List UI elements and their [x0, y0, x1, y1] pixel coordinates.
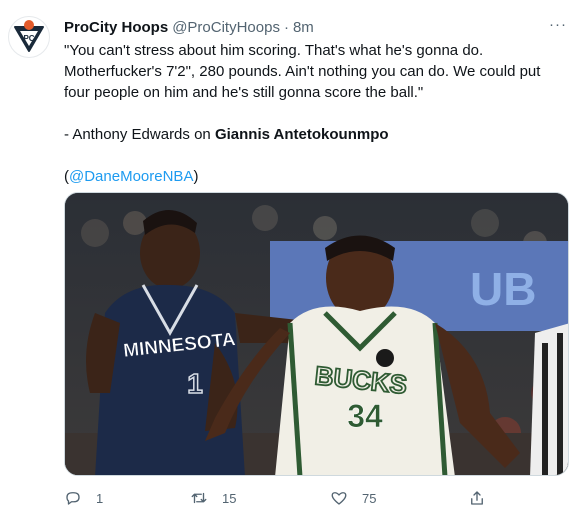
- basketball-photo: UB MINNESOTA 1 BUCKS 34: [65, 193, 568, 475]
- referee: [530, 323, 568, 475]
- reply-count: 1: [96, 490, 104, 506]
- logo-letters: PC: [23, 34, 34, 43]
- reply-button[interactable]: 1: [64, 489, 103, 507]
- like-count: 75: [362, 490, 377, 506]
- attribution-name: Giannis Antetokounmpo: [214, 126, 389, 143]
- paren-close: ): [193, 168, 199, 185]
- timestamp[interactable]: 8m: [293, 19, 314, 36]
- banner-text: UB: [470, 263, 536, 315]
- share-button[interactable]: [468, 489, 486, 507]
- tweet-text: "You can't stress about him scoring. Tha…: [64, 40, 564, 187]
- reply-icon: [66, 492, 80, 505]
- tweet-photo[interactable]: UB MINNESOTA 1 BUCKS 34: [64, 192, 569, 476]
- retweet-icon: [191, 492, 207, 504]
- quote-line-1: "You can't stress about him scoring. Tha…: [64, 42, 484, 59]
- display-name[interactable]: ProCity Hoops: [64, 19, 168, 36]
- user-handle[interactable]: @ProCityHoops: [172, 19, 280, 36]
- share-icon: [471, 491, 483, 505]
- separator-dot: ·: [283, 18, 289, 36]
- retweet-button[interactable]: 15: [190, 489, 236, 507]
- jersey-left-number: 1: [187, 368, 203, 399]
- action-bar: 1 15 75: [64, 486, 569, 509]
- quote-line-2: Motherfucker's 7'2", 280 pounds. Ain't n…: [64, 63, 541, 80]
- attribution-line: - Anthony Edwards on Giannis Antetokounm…: [64, 124, 564, 145]
- heart-icon: [331, 492, 347, 505]
- like-button[interactable]: 75: [330, 489, 376, 507]
- avatar[interactable]: PC: [8, 16, 50, 58]
- tweet[interactable]: PC ProCity Hoops @ProCityHoops · 8m ··· …: [0, 0, 573, 509]
- procity-logo-icon: PC: [14, 20, 44, 52]
- jersey-right-number: 34: [347, 398, 383, 434]
- mention-line: (@DaneMooreNBA): [64, 166, 564, 187]
- retweet-count: 15: [222, 490, 237, 506]
- more-dots-icon[interactable]: ···: [549, 16, 567, 33]
- mention-link[interactable]: @DaneMooreNBA: [69, 168, 193, 185]
- attribution-prefix: - Anthony Edwards on: [64, 126, 215, 143]
- quote-line-3: four people on him and he's still gonna …: [64, 84, 424, 101]
- tweet-header: ProCity Hoops @ProCityHoops · 8m: [64, 17, 559, 37]
